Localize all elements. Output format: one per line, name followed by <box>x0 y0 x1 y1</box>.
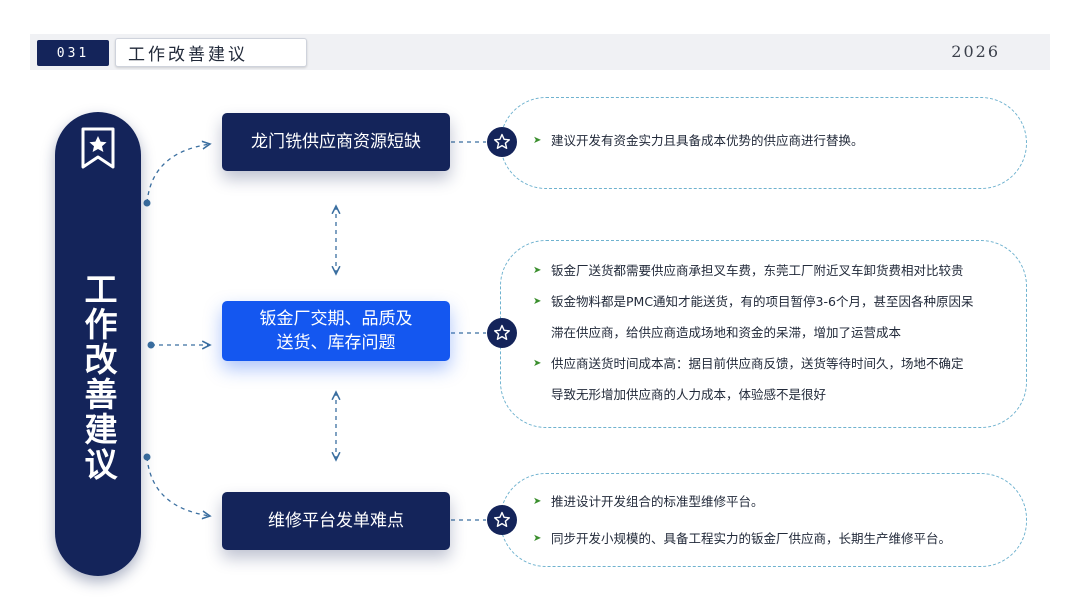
bullet-arrow-icon: ➤ <box>533 496 542 507</box>
suggestion-panel-platform: ➤ 推进设计开发组合的标准型维修平台。 ➤ 同步开发小规模的、具备工程实力的钣金厂供… <box>500 473 1027 567</box>
issue-label-line2: 送货、库存问题 <box>276 333 396 353</box>
star-bookmark-icon <box>80 126 116 170</box>
star-node-icon <box>487 127 517 157</box>
suggestion-item: ➤ 同步开发小规模的、具备工程实力的钣金厂供应商，长期生产维修平台。 <box>533 523 1026 554</box>
connector-top <box>146 144 210 204</box>
star-node-icon <box>487 505 517 535</box>
suggestion-panel-milling: ➤ 建议开发有资金实力且具备成本优势的供应商进行替换。 <box>500 97 1027 189</box>
issue-label: 维修平台发单难点 <box>268 511 404 531</box>
connector-bottom <box>146 456 210 516</box>
suggestion-item: ➤ 供应商送货时间成本高：据目前供应商反馈，送货等待时间久，场地不确定 导致无形增加… <box>533 348 1026 410</box>
suggestion-item: ➤ 钣金物料都是PMC通知才能送货，有的项目暂停3-6个月，甚至因各种原因呆 滞在供… <box>533 286 1026 348</box>
issue-box-platform: 维修平台发单难点 <box>222 492 450 550</box>
suggestion-item: ➤ 钣金厂送货都需要供应商承担叉车费，东莞工厂附近叉车卸货费相对比较贵 <box>533 255 1026 286</box>
suggestion-item: ➤ 推进设计开发组合的标准型维修平台。 <box>533 486 1026 517</box>
bullet-arrow-icon: ➤ <box>533 265 542 276</box>
issue-box-milling: 龙门铣供应商资源短缺 <box>222 113 450 171</box>
suggestion-panel-sheetmetal: ➤ 钣金厂送货都需要供应商承担叉车费，东莞工厂附近叉车卸货费相对比较贵 ➤ 钣金物料… <box>500 240 1027 428</box>
bullet-arrow-icon: ➤ <box>533 135 542 146</box>
sidebar-pill: 工作改善建议 <box>55 112 141 576</box>
bullet-arrow-icon: ➤ <box>533 358 542 369</box>
star-node-icon <box>487 318 517 348</box>
issue-label: 龙门铣供应商资源短缺 <box>251 132 421 152</box>
suggestion-item: ➤ 建议开发有资金实力且具备成本优势的供应商进行替换。 <box>533 125 1026 156</box>
bullet-arrow-icon: ➤ <box>533 533 542 544</box>
issue-label-line1: 钣金厂交期、品质及 <box>259 309 413 329</box>
sidebar-title: 工作改善建议 <box>79 272 118 482</box>
bullet-arrow-icon: ➤ <box>533 296 542 307</box>
issue-box-sheetmetal: 钣金厂交期、品质及 送货、库存问题 <box>222 301 450 361</box>
